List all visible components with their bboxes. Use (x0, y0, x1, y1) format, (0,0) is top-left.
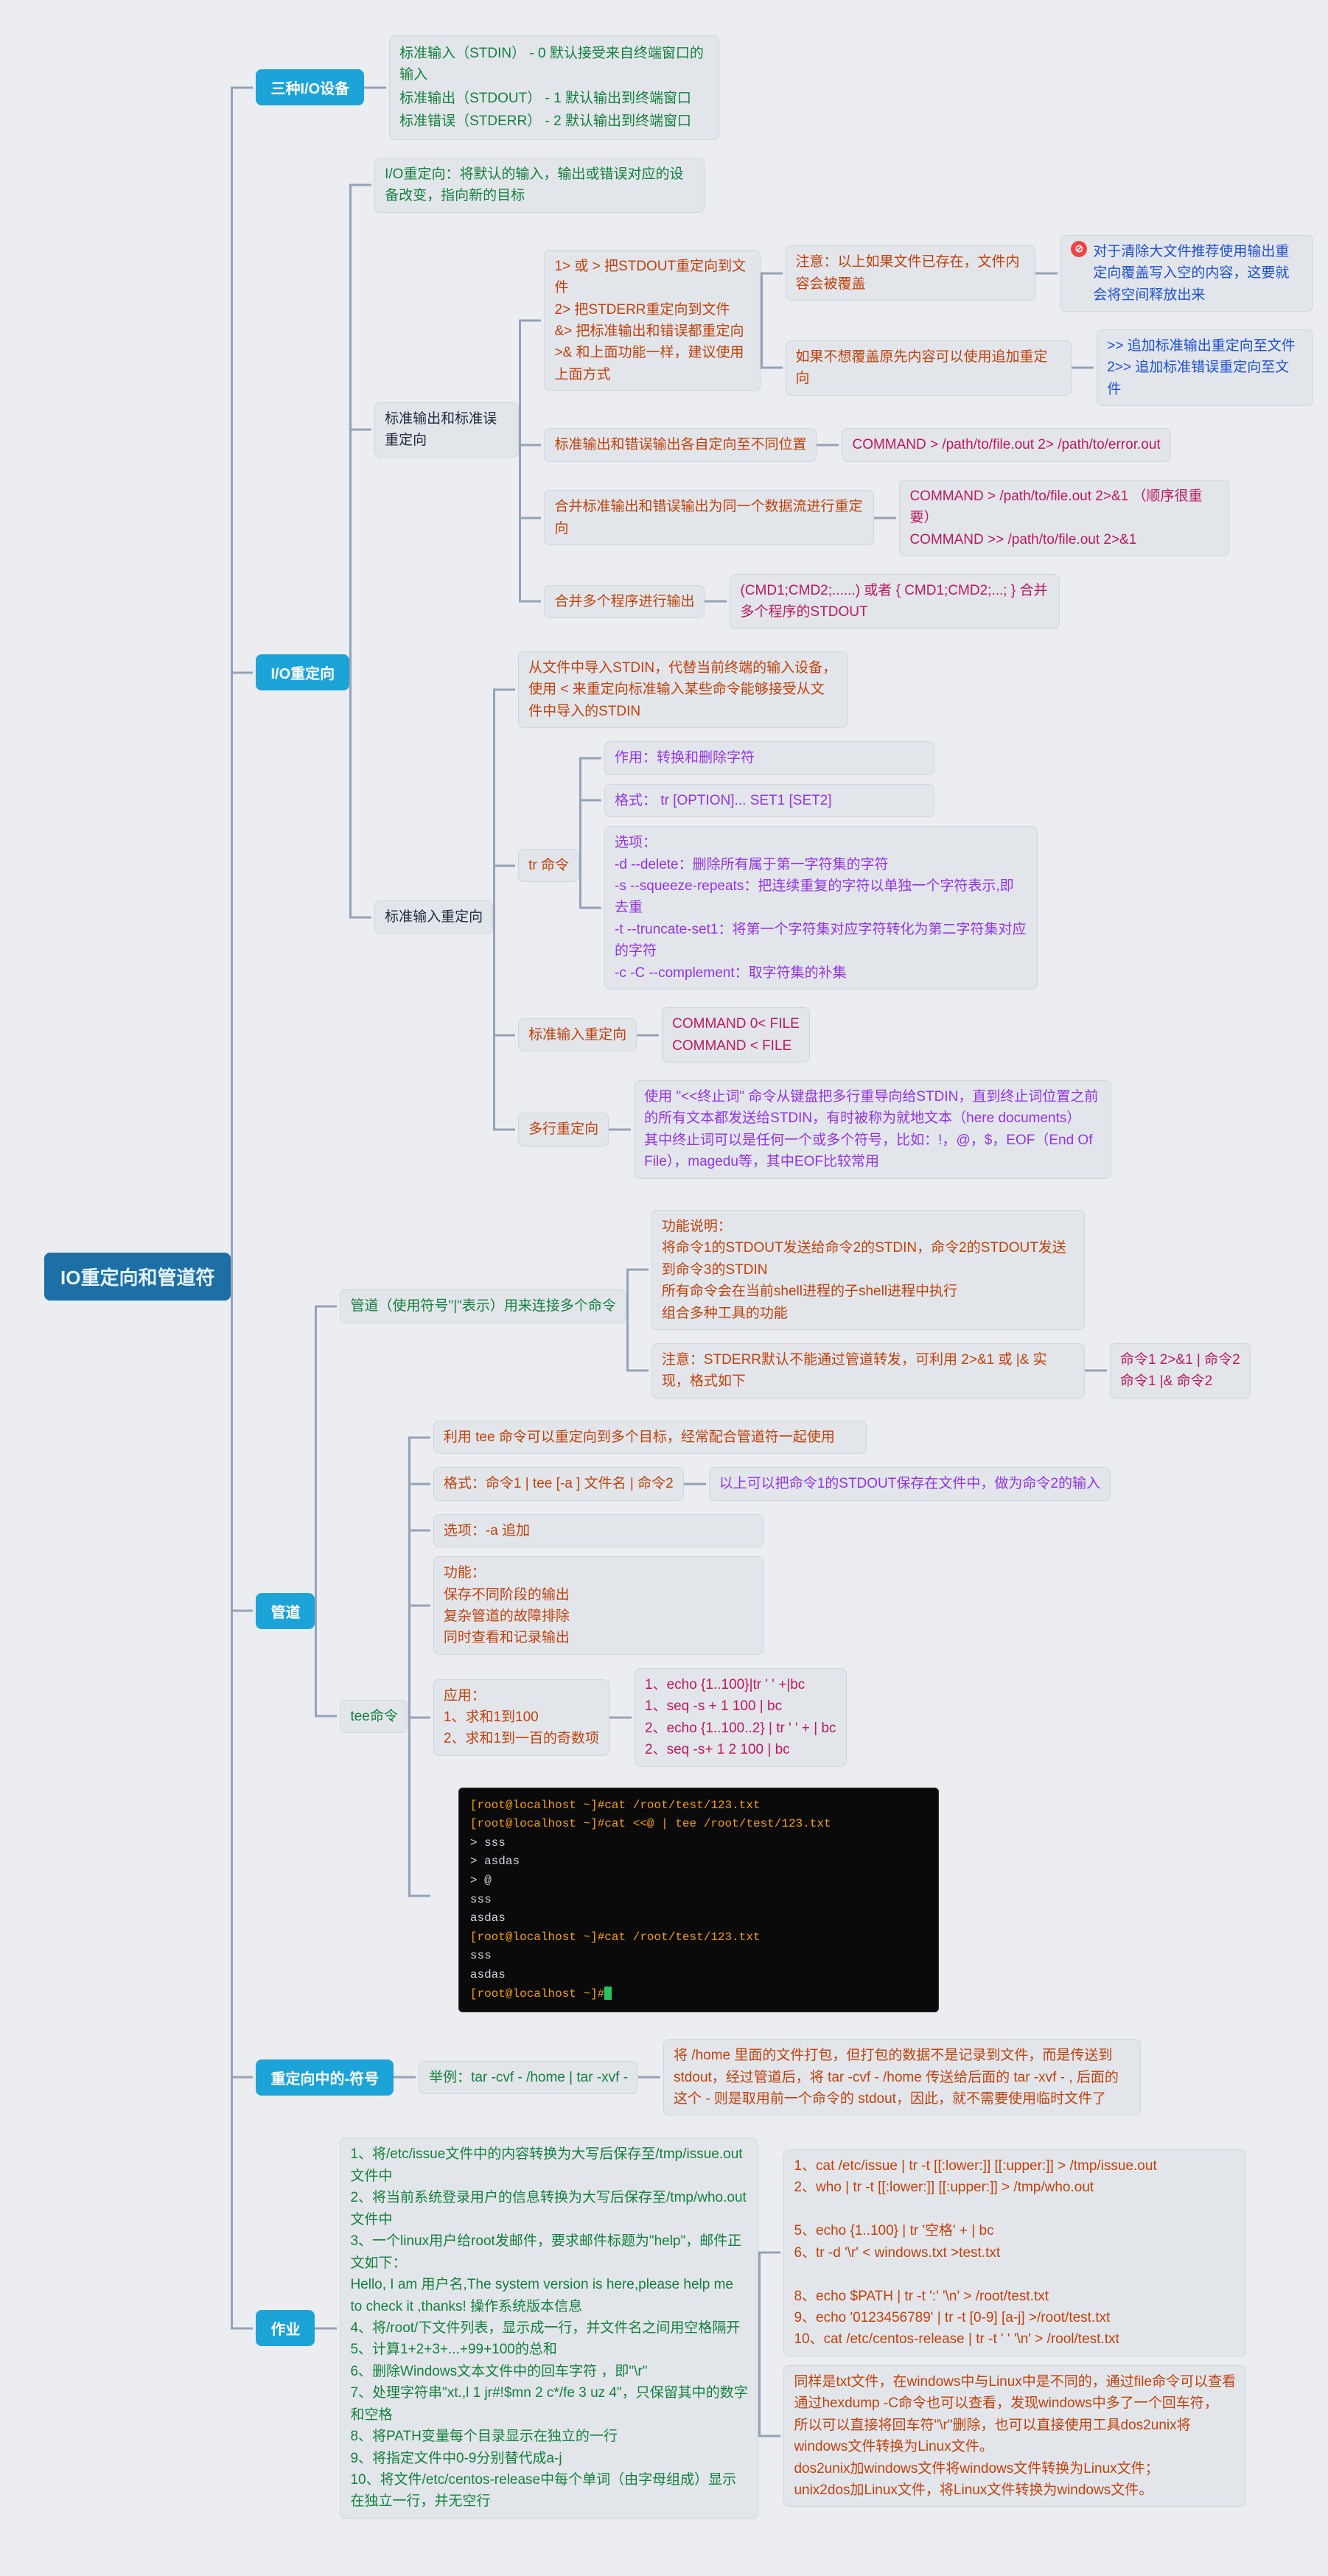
tee-format: 格式：命令1 | tee [-a ] 文件名 | 命令2 (433, 1467, 684, 1500)
tee-desc: 利用 tee 命令可以重定向到多个目标，经常配合管道符一起使用 (433, 1421, 867, 1454)
pipe-intro: 管道（使用符号"|"表示）用来连接多个命令 (340, 1289, 626, 1323)
separate-redir-cmd: COMMAND > /path/to/file.out 2> /path/to/… (842, 428, 1170, 461)
terminal-screenshot: [root@localhost ~]#cat /root/test/123.tx… (458, 1788, 939, 2013)
terminal-cursor (604, 1987, 612, 2000)
tee-format-note: 以上可以把命令1的STDOUT保存在文件中，做为命令2的输入 (709, 1467, 1111, 1500)
branch-io-redirect[interactable]: I/O重定向 (256, 654, 349, 690)
merge-redir-cmd: COMMAND > /path/to/file.out 2>&1 （顺序很重要）… (899, 480, 1229, 556)
dash-example: 举例：tar -cvf - /home | tar -xvf - (419, 2061, 638, 2094)
io-devices-list: 标准输入（STDIN） - 0 默认接受来自终端窗口的输入 标准输出（STDOU… (389, 35, 719, 140)
overwrite-rec: ⊘ 对于清除大文件推荐使用输出重定向覆盖写入空的内容，这要就会将空间释放出来 (1060, 235, 1313, 312)
append-note: 如果不想覆盖原先内容可以使用追加重定向 (786, 340, 1072, 396)
heredoc-title: 多行重定向 (518, 1113, 609, 1146)
tee-opt: 选项：-a 追加 (433, 1514, 763, 1547)
mindmap-canvas: IO重定向和管道符 三种I/O设备 标准输入（STDIN） - 0 默认接受来自… (0, 0, 1328, 2576)
dash-explain: 将 /home 里面的文件打包，但打包的数据不是记录到文件，而是传送到 stdo… (663, 2039, 1141, 2115)
stdin-redir: 标准输入重定向 (518, 1018, 637, 1051)
merge-redir: 合并标准输出和错误输出为同一个数据流进行重定向 (544, 490, 874, 545)
stdin-redir-cmd: COMMAND 0< FILE COMMAND < FILE (662, 1007, 810, 1063)
append-example: >> 追加标准输出重定向至文件 2>> 追加标准错误重定向至文件 (1097, 329, 1313, 406)
pipe-stderr-note: 注意：STDERR默认不能通过管道转发，可利用 2>&1 或 |& 实现，格式如… (651, 1343, 1085, 1399)
root-node[interactable]: IO重定向和管道符 (44, 1253, 231, 1301)
overwrite-warning: 注意：以上如果文件已存在，文件内容会被覆盖 (786, 245, 1036, 301)
separate-redir: 标准输出和错误输出各自定向至不同位置 (544, 428, 817, 461)
tee-title[interactable]: tee命令 (340, 1700, 408, 1733)
tr-use: 作用：转换和删除字符 (604, 741, 934, 774)
heredoc-body: 使用 "<<终止词" 命令从键盘把多行重导向给STDIN，直到终止词位置之前的所… (634, 1080, 1111, 1179)
stdin-redir-title[interactable]: 标准输入重定向 (374, 900, 493, 934)
stdout-stderr-title[interactable]: 标准输出和标准误重定向 (374, 402, 519, 458)
tee-app: 应用： 1、求和1到100 2、求和1到一百的奇数项 (433, 1679, 609, 1756)
tr-options: 选项： -d --delete：删除所有属于第一字符集的字符 -s --sque… (604, 826, 1038, 990)
branch-io-devices[interactable]: 三种I/O设备 (256, 69, 364, 105)
stdin-intro: 从文件中导入STDIN，代替当前终端的输入设备，使用 < 来重定向标准输入某些命… (518, 651, 848, 728)
multi-prog: 合并多个程序进行输出 (544, 585, 705, 618)
branch-homework[interactable]: 作业 (256, 2310, 315, 2346)
branch-pipe[interactable]: 管道 (256, 1593, 315, 1629)
homework-questions: 1、将/etc/issue文件中的内容转换为大写后保存至/tmp/issue.o… (340, 2138, 758, 2518)
stop-icon: ⊘ (1071, 241, 1087, 257)
tee-func: 功能： 保存不同阶段的输出 复杂管道的故障排除 同时查看和记录输出 (433, 1556, 763, 1655)
tr-format: 格式： tr [OPTION]... SET1 [SET2] (604, 784, 934, 817)
multi-prog-cmd: (CMD1;CMD2;......) 或者 { CMD1;CMD2;...; }… (730, 574, 1060, 629)
branch-dash[interactable]: 重定向中的-符号 (256, 2059, 394, 2096)
tr-cmd-title[interactable]: tr 命令 (518, 849, 579, 882)
redir-rules: 1> 或 > 把STDOUT重定向到文件 2> 把STDERR重定向到文件 &>… (544, 250, 760, 392)
homework-answers-2: 同样是txt文件，在windows中与Linux中是不同的，通过file命令可以… (783, 2365, 1246, 2507)
io-redirect-def: I/O重定向：将默认的输入，输出或错误对应的设备改变，指向新的目标 (374, 158, 705, 213)
homework-answers-1: 1、cat /etc/issue | tr -t [[:lower:]] [[:… (783, 2149, 1246, 2356)
pipe-stderr-cmd: 命令1 2>&1 | 命令2 命令1 |& 命令2 (1110, 1343, 1251, 1399)
tee-app-cmd: 1、echo {1..100}|tr ' ' +|bc 1、seq -s + 1… (635, 1668, 847, 1767)
pipe-desc: 功能说明： 将命令1的STDOUT发送给命令2的STDIN，命令2的STDOUT… (651, 1210, 1085, 1330)
